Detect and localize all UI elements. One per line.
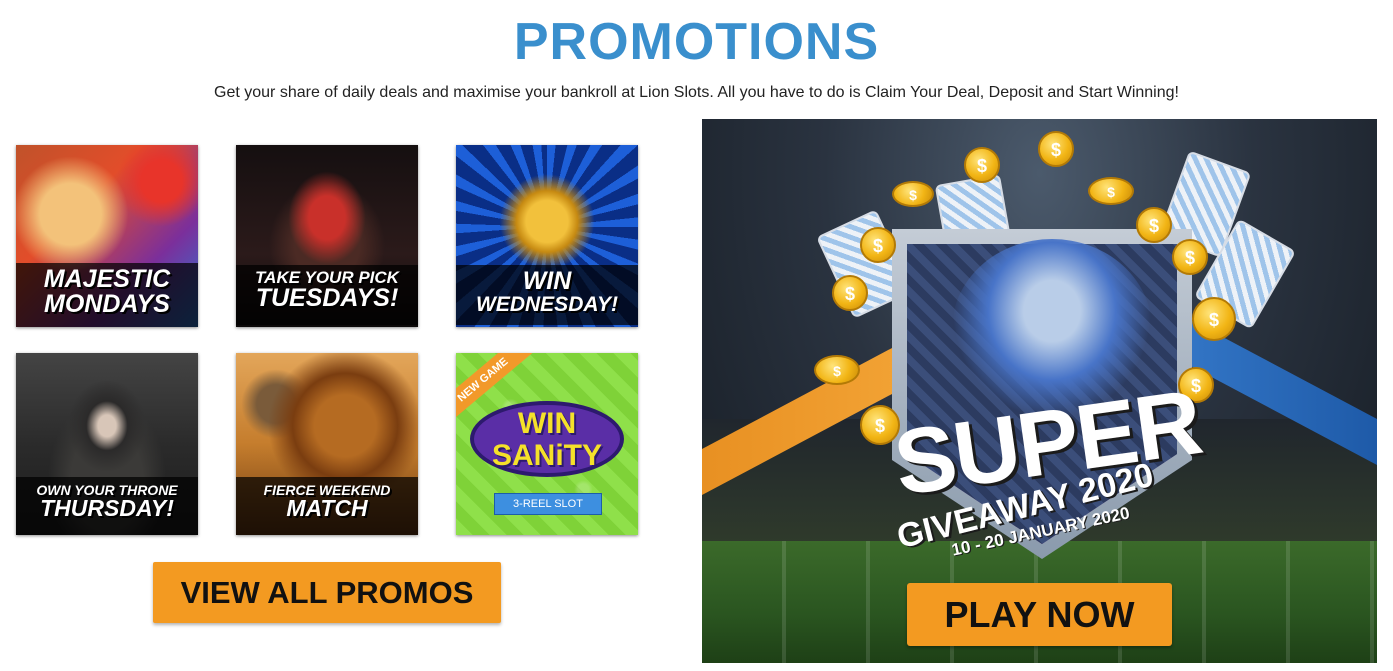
promo-label-line2: MONDAYS (44, 290, 170, 318)
coin-icon: $ (1038, 131, 1074, 167)
promo-label-line2: TUESDAYS! (255, 284, 399, 312)
promo-label: OWN YOUR THRONE THURSDAY! (16, 477, 198, 535)
coin-icon: $ (860, 227, 896, 263)
coin-icon: $ (964, 147, 1000, 183)
logo-line2: SANiTY (491, 439, 602, 472)
view-all-promos-button[interactable]: VIEW ALL PROMOS (153, 562, 501, 623)
promo-label: FIERCE WEEKEND MATCH (236, 477, 418, 535)
coin-icon: $ (1136, 207, 1172, 243)
coin-icon: $ (892, 181, 934, 207)
promo-label: MAJESTIC MONDAYS (16, 263, 198, 327)
promo-tile-win-sanity[interactable]: NEW GAME WIN SANiTY 3-REEL SLOT (456, 353, 638, 535)
page-title: PROMOTIONS (513, 13, 880, 71)
coin-icon: $ (1192, 297, 1236, 341)
page-subtitle: Get your share of daily deals and maximi… (214, 84, 1179, 101)
coin-icon: $ (814, 355, 860, 385)
coin-icon: $ (1088, 177, 1134, 205)
promo-label: WIN WEDNESDAY! (456, 265, 638, 325)
coin-icon: $ (832, 275, 868, 311)
promo-tile-own-your-throne-thursday[interactable]: OWN YOUR THRONE THURSDAY! (16, 353, 198, 535)
logo-line1: WIN (517, 407, 577, 440)
slot-type-tag: 3-REEL SLOT (494, 493, 602, 515)
promo-tile-fierce-weekend-match[interactable]: FIERCE WEEKEND MATCH (236, 353, 418, 535)
win-sanity-logo: WIN SANiTY (470, 401, 624, 477)
promo-label-line2: WEDNESDAY! (476, 293, 618, 316)
promo-tile-take-your-pick-tuesdays[interactable]: TAKE YOUR PICK TUESDAYS! (236, 145, 418, 327)
promo-tile-win-wednesday[interactable]: WIN WEDNESDAY! (456, 145, 638, 327)
promo-label: TAKE YOUR PICK TUESDAYS! (236, 265, 418, 325)
promo-tile-majestic-mondays[interactable]: MAJESTIC MONDAYS (16, 145, 198, 327)
promo-label-line1: MAJESTIC (43, 265, 171, 293)
promo-label-line1: WIN (522, 267, 572, 295)
super-giveaway-banner[interactable]: $ $ $ $ $ $ $ $ $ $ $ $ SUPER GIVEAWAY 2… (702, 119, 1377, 663)
coin-icon: $ (1172, 239, 1208, 275)
promo-label-line2: MATCH (286, 495, 368, 521)
promo-label-line2: THURSDAY! (40, 495, 174, 521)
play-now-button[interactable]: PLAY NOW (907, 583, 1172, 646)
